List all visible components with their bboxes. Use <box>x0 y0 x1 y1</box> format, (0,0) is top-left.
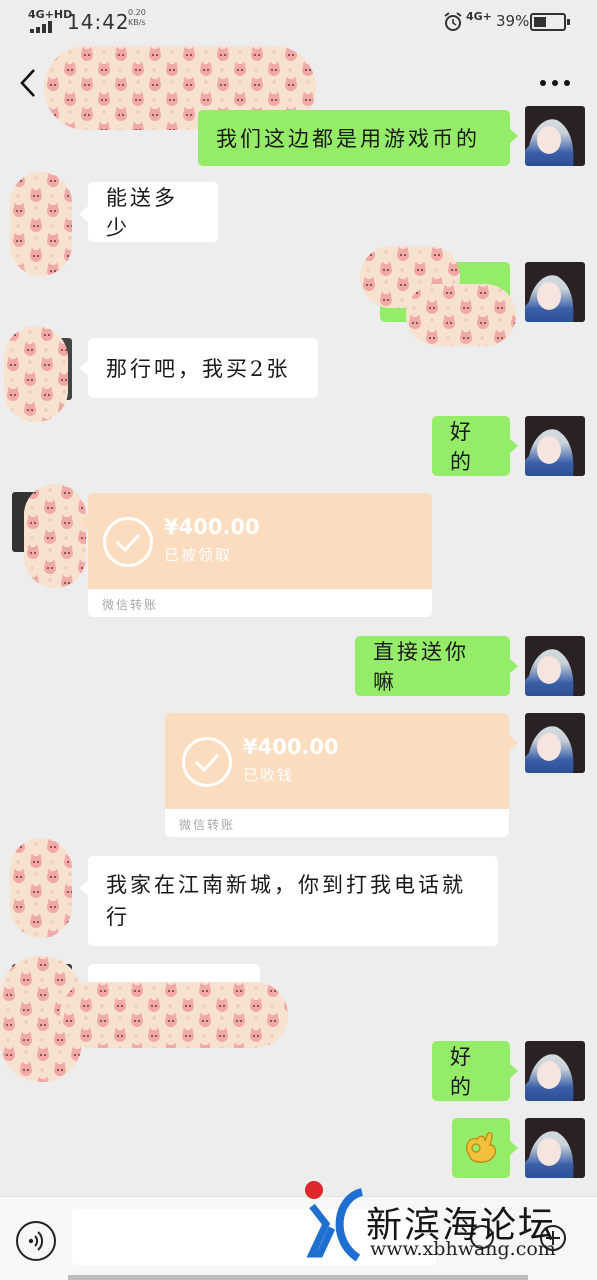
message-bubble-outgoing[interactable]: 好的 <box>432 1041 510 1101</box>
network-indicator: 4G+HD <box>28 8 73 21</box>
speed-value: 0.20 <box>128 8 146 17</box>
battery-percent: 39% <box>496 12 530 30</box>
network-indicator-right: 4G+ <box>466 10 492 23</box>
redacted-contact-avatar[interactable] <box>10 838 72 938</box>
bubble-tail <box>79 206 88 222</box>
back-chevron-icon[interactable] <box>18 68 38 98</box>
transfer-status: 已收钱 <box>243 766 295 784</box>
bubble-tail <box>509 658 518 674</box>
my-avatar[interactable] <box>525 713 585 773</box>
redacted-contact-avatar[interactable] <box>4 326 68 422</box>
voice-icon <box>28 1231 44 1251</box>
transfer-card[interactable]: ¥400.00 已被领取 微信转账 <box>88 493 432 617</box>
transfer-card[interactable]: ¥400.00 已收钱 微信转账 <box>165 713 509 837</box>
bubble-tail <box>509 735 518 751</box>
check-circle-icon <box>182 737 232 787</box>
my-avatar[interactable] <box>525 262 585 322</box>
message-text: 直接送你嘛 <box>373 640 469 694</box>
speed-unit: KB/s <box>128 18 146 27</box>
redacted-contact-avatar[interactable] <box>10 172 72 276</box>
alarm-icon <box>444 12 462 31</box>
transfer-amount: ¥400.00 <box>243 735 339 759</box>
redacted-message <box>60 982 288 1048</box>
bubble-tail <box>509 438 518 454</box>
redacted-contact-avatar[interactable] <box>24 484 86 588</box>
redacted-message <box>406 284 516 346</box>
signal-icon <box>30 21 52 33</box>
forum-logo-icon <box>305 1181 364 1262</box>
bubble-tail <box>79 514 88 530</box>
my-avatar[interactable] <box>525 636 585 696</box>
watermark-url: www.xbhwang.com <box>370 1238 556 1260</box>
message-bubble-outgoing[interactable]: 好的 <box>432 416 510 476</box>
message-bubble-outgoing[interactable]: 直接送你嘛 <box>355 636 510 696</box>
bubble-tail <box>509 1063 518 1079</box>
ok-hand-emoji-icon <box>466 1132 496 1163</box>
my-avatar[interactable] <box>525 1118 585 1178</box>
bubble-tail <box>509 1140 518 1156</box>
bubble-tail <box>79 360 88 376</box>
gesture-bar <box>68 1275 528 1280</box>
message-text: 好的 <box>450 420 474 474</box>
my-avatar[interactable] <box>525 106 585 166</box>
network-speed: 0.20 KB/s <box>128 8 146 28</box>
check-circle-icon <box>103 517 153 567</box>
status-bar: 4G+HD 14:42 0.20 KB/s 4G+ 39% <box>0 0 597 44</box>
message-bubble-incoming[interactable]: 那行吧，我买2张 <box>88 338 318 398</box>
message-text: 那行吧，我买2张 <box>106 357 291 381</box>
clock: 14:42 <box>67 10 130 34</box>
battery-icon <box>530 13 570 31</box>
transfer-label: 微信转账 <box>102 598 159 612</box>
message-bubble-incoming[interactable]: 我家在江南新城，你到打我电话就 行 <box>88 856 498 946</box>
message-bubble-incoming[interactable]: 能送多少 <box>88 182 218 242</box>
my-avatar[interactable] <box>525 1041 585 1101</box>
more-dots-icon[interactable] <box>538 78 572 88</box>
voice-button[interactable] <box>16 1221 56 1261</box>
my-avatar[interactable] <box>525 416 585 476</box>
bubble-tail <box>79 880 88 896</box>
message-bubble-outgoing[interactable] <box>452 1118 510 1178</box>
message-text-line: 行 <box>106 905 130 929</box>
message-text-line: 我家在江南新城，你到打我电话就 <box>106 873 466 897</box>
message-text: 我们这边都是用游戏币的 <box>216 127 480 151</box>
message-text: 能送多少 <box>106 186 178 240</box>
transfer-label: 微信转账 <box>179 818 236 832</box>
transfer-amount: ¥400.00 <box>164 515 260 539</box>
bubble-tail <box>509 128 518 144</box>
message-text: 好的 <box>450 1045 474 1099</box>
message-bubble-outgoing[interactable]: 我们这边都是用游戏币的 <box>198 110 510 166</box>
transfer-status: 已被领取 <box>164 546 233 564</box>
